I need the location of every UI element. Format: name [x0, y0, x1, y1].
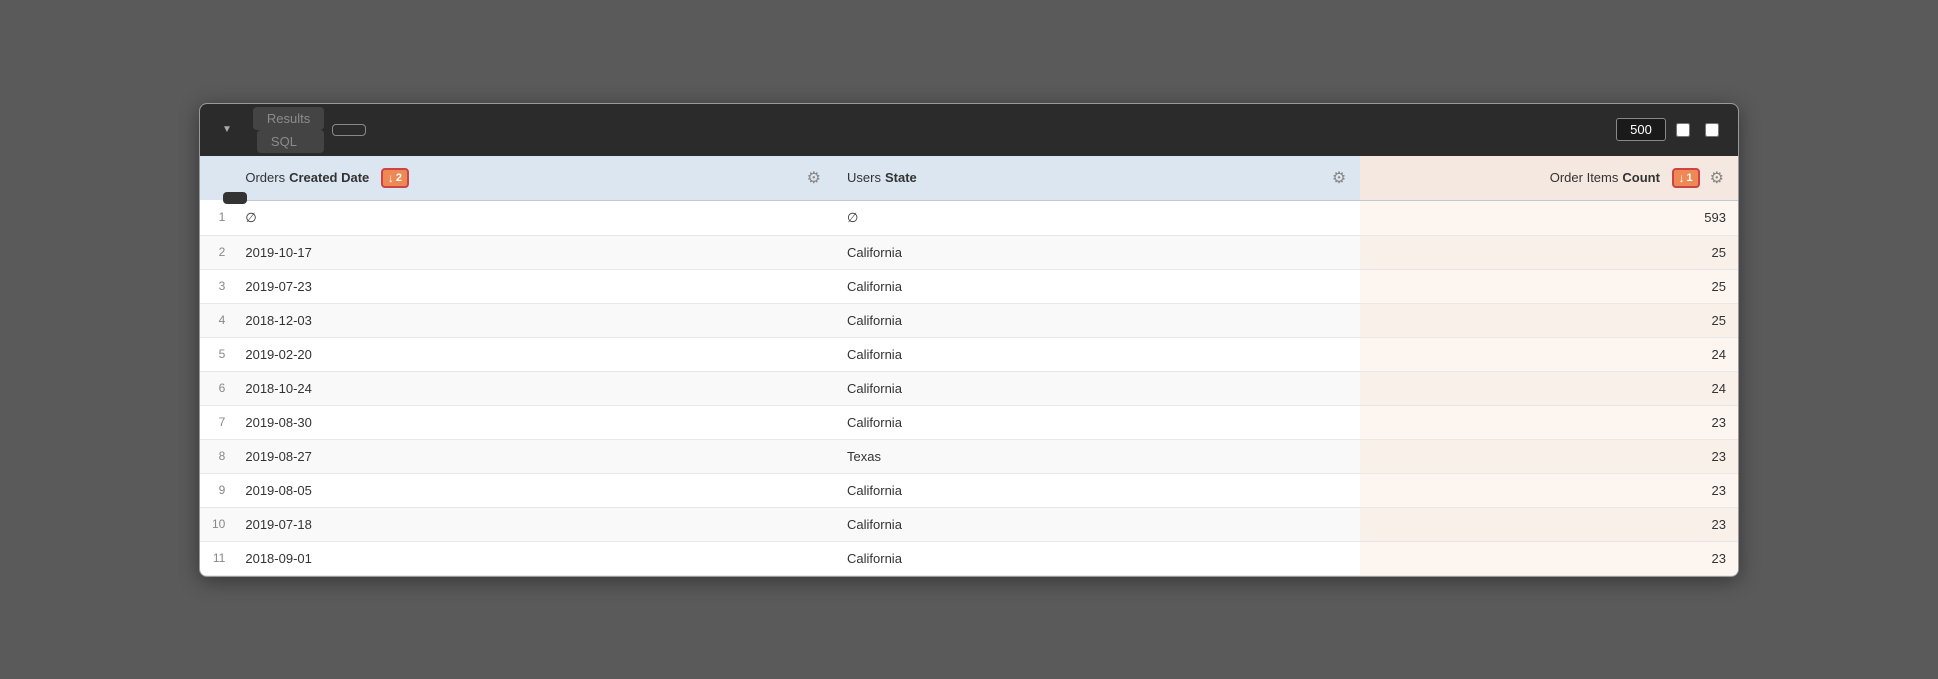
count-sort-num: 1	[1687, 172, 1693, 184]
cell-state: California	[835, 235, 1360, 269]
subtotals-checkbox[interactable]	[1705, 123, 1719, 137]
th-date-title: Orders Created Date ↓ 2	[245, 168, 409, 188]
table-row: 4 2018-12-03 California 25	[200, 303, 1738, 337]
cell-count: 25	[1360, 269, 1738, 303]
count-sort-badge[interactable]: ↓ 1	[1672, 168, 1700, 188]
date-sort-arrow-icon: ↓	[388, 171, 394, 185]
data-toggle[interactable]: ▼	[214, 120, 245, 139]
table-row: 7 2019-08-30 California 23	[200, 405, 1738, 439]
add-calculation-button[interactable]	[332, 124, 366, 136]
cell-state: California	[835, 405, 1360, 439]
table-row: 11 2018-09-01 California 23	[200, 541, 1738, 575]
th-order-items-count: Order Items Count ↓ 1 ⚙	[1360, 156, 1738, 201]
results-tab[interactable]: Results	[253, 107, 324, 130]
cell-count: 593	[1360, 200, 1738, 235]
cell-count: 23	[1360, 541, 1738, 575]
cell-state: Texas	[835, 439, 1360, 473]
row-limit-input[interactable]	[1616, 118, 1666, 141]
main-window: ▼ Results SQL	[199, 103, 1739, 577]
cell-date: ∅	[233, 200, 835, 235]
table-row: 6 2018-10-24 California 24	[200, 371, 1738, 405]
row-number: 7	[200, 405, 233, 439]
cell-date: 2018-12-03	[233, 303, 835, 337]
table-row: 9 2019-08-05 California 23	[200, 473, 1738, 507]
cell-date: 2019-08-05	[233, 473, 835, 507]
row-number: 6	[200, 371, 233, 405]
row-number: 8	[200, 439, 233, 473]
th-date-prefix: Orders	[245, 170, 285, 185]
cell-state: California	[835, 337, 1360, 371]
table-row: 2 2019-10-17 California 25	[200, 235, 1738, 269]
date-sort-badge[interactable]: ↓ 2	[381, 168, 409, 188]
table-container: Orders Created Date ↓ 2 ⚙	[200, 156, 1738, 576]
table-row: 5 2019-02-20 California 24	[200, 337, 1738, 371]
th-state-prefix: Users	[847, 170, 881, 185]
toolbar: ▼ Results SQL	[200, 104, 1738, 156]
cell-count: 23	[1360, 507, 1738, 541]
cell-count: 24	[1360, 337, 1738, 371]
cell-count: 23	[1360, 473, 1738, 507]
date-column-settings-icon[interactable]: ⚙	[805, 166, 823, 190]
cell-state: California	[835, 473, 1360, 507]
th-count-title: Order Items Count ↓ 1	[1550, 168, 1700, 188]
sql-tab[interactable]: SQL	[257, 130, 324, 153]
cell-count: 25	[1360, 303, 1738, 337]
row-number: 9	[200, 473, 233, 507]
cell-date: 2019-08-27	[233, 439, 835, 473]
th-count-inner: Order Items Count ↓ 1 ⚙	[1372, 166, 1726, 190]
date-sort-num: 2	[396, 172, 402, 184]
cell-date: 2018-09-01	[233, 541, 835, 575]
th-count-prefix: Order Items	[1550, 170, 1619, 185]
table-row: 8 2019-08-27 Texas 23	[200, 439, 1738, 473]
cell-date: 2019-02-20	[233, 337, 835, 371]
tooltip-container: Results SQL	[253, 107, 324, 153]
cell-date: 2019-08-30	[233, 405, 835, 439]
table-body: 1 ∅ ∅ 593 2 2019-10-17 California 25 3 2…	[200, 200, 1738, 575]
th-count-bold: Count	[1622, 170, 1660, 185]
th-state-bold: State	[885, 170, 917, 185]
cell-date: 2019-07-18	[233, 507, 835, 541]
row-number: 2	[200, 235, 233, 269]
th-date-bold: Created Date	[289, 170, 369, 185]
cell-date: 2018-10-24	[233, 371, 835, 405]
count-column-settings-icon[interactable]: ⚙	[1708, 166, 1726, 190]
th-orders-created-date: Orders Created Date ↓ 2 ⚙	[233, 156, 835, 201]
cell-state: ∅	[835, 200, 1360, 235]
cell-state: California	[835, 269, 1360, 303]
row-number: 3	[200, 269, 233, 303]
state-column-settings-icon[interactable]: ⚙	[1330, 166, 1348, 190]
th-state-title: Users State	[847, 170, 917, 185]
count-sort-arrow-icon: ↓	[1679, 171, 1685, 185]
table-row: 3 2019-07-23 California 25	[200, 269, 1738, 303]
subtotals-checkbox-group[interactable]	[1705, 123, 1724, 137]
cell-count: 24	[1360, 371, 1738, 405]
row-number: 5	[200, 337, 233, 371]
th-date-inner: Orders Created Date ↓ 2 ⚙	[245, 166, 823, 190]
row-number: 1	[200, 200, 233, 235]
totals-checkbox-group[interactable]	[1676, 123, 1695, 137]
th-state-inner: Users State ⚙	[847, 166, 1348, 190]
th-row-num-spacer	[200, 156, 233, 201]
cell-date: 2019-07-23	[233, 269, 835, 303]
cell-date: 2019-10-17	[233, 235, 835, 269]
table-row: 1 ∅ ∅ 593	[200, 200, 1738, 235]
row-number: 11	[200, 541, 233, 575]
cell-count: 23	[1360, 439, 1738, 473]
cell-state: California	[835, 371, 1360, 405]
table-row: 10 2019-07-18 California 23	[200, 507, 1738, 541]
th-users-state: Users State ⚙	[835, 156, 1360, 201]
row-number: 10	[200, 507, 233, 541]
row-number: 4	[200, 303, 233, 337]
toolbar-right	[1606, 118, 1724, 141]
cell-state: California	[835, 541, 1360, 575]
data-table: Orders Created Date ↓ 2 ⚙	[200, 156, 1738, 576]
cell-count: 23	[1360, 405, 1738, 439]
cell-state: California	[835, 507, 1360, 541]
cell-count: 25	[1360, 235, 1738, 269]
cell-state: California	[835, 303, 1360, 337]
toolbar-left: ▼ Results SQL	[214, 107, 1596, 153]
toggle-arrow-icon: ▼	[222, 124, 232, 135]
totals-checkbox[interactable]	[1676, 123, 1690, 137]
